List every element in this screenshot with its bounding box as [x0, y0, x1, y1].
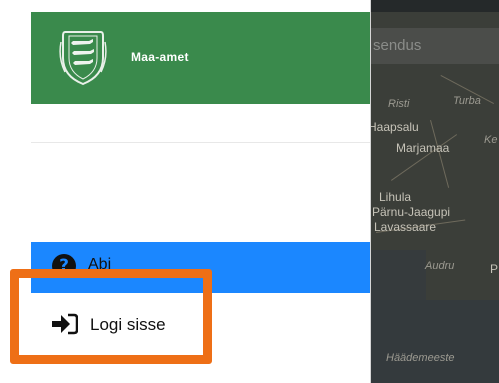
menu-item-label: Abi — [88, 256, 112, 273]
map-label: Pärnu-Jaagupi — [372, 205, 451, 219]
sign-in-icon — [52, 313, 79, 335]
map-label: Häädemeeste — [386, 352, 455, 364]
map-label: P — [490, 262, 499, 276]
question-circle-icon: ? — [52, 254, 76, 278]
menu-item-help[interactable]: ? Abi — [31, 242, 370, 293]
drawer-header: Maa-amet — [31, 12, 370, 104]
map-water — [371, 300, 499, 383]
drawer-top-strip — [0, 0, 370, 12]
menu-item-login[interactable]: Logi sisse — [31, 293, 370, 353]
map-label: Lihula — [379, 190, 412, 204]
map-label: Ke — [484, 134, 498, 146]
side-drawer: Maa-amet ? Abi Logi sisse — [0, 0, 371, 383]
menu-item-label: Logi sisse — [90, 315, 166, 334]
coat-of-arms-icon — [59, 28, 107, 86]
map-label: Lavassaare — [374, 220, 437, 234]
map-search-input[interactable]: sendus — [371, 28, 499, 64]
divider — [31, 142, 370, 143]
map-label: Audru — [425, 260, 455, 272]
map-label: Turba — [453, 95, 481, 107]
map-top-strip — [371, 0, 499, 12]
map-label: Marjamaa — [396, 141, 450, 155]
brand-name[interactable]: Maa-amet — [131, 50, 189, 64]
map-label: Haapsalu — [371, 120, 419, 134]
map-label: Risti — [388, 98, 410, 110]
map-view[interactable]: sendus Risti Turba Ke Haapsalu Marjamaa … — [371, 0, 499, 383]
